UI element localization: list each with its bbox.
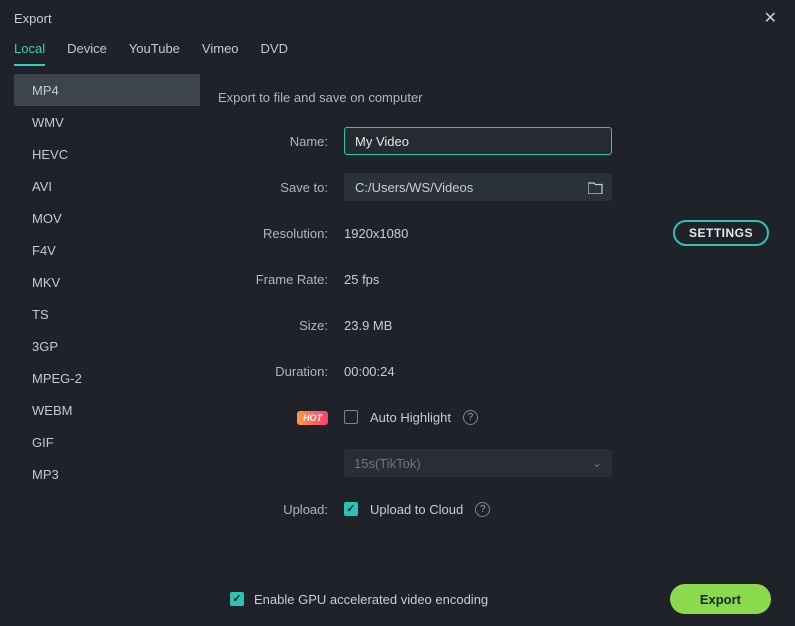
size-label: Size: [218, 318, 328, 333]
help-icon[interactable]: ? [463, 410, 478, 425]
saveto-label: Save to: [218, 180, 328, 195]
tab-local[interactable]: Local [14, 41, 45, 66]
format-wmv[interactable]: WMV [14, 106, 200, 138]
export-button[interactable]: Export [670, 584, 771, 614]
close-icon[interactable]: ✕ [760, 4, 781, 32]
format-mpeg2[interactable]: MPEG-2 [14, 362, 200, 394]
saveto-value: C:/Users/WS/Videos [355, 180, 473, 195]
duration-value: 00:00:24 [344, 364, 395, 379]
format-webm[interactable]: WEBM [14, 394, 200, 426]
resolution-value: 1920x1080 [344, 226, 408, 241]
folder-icon[interactable] [588, 181, 603, 194]
chevron-down-icon: ⌄ [592, 456, 602, 470]
auto-highlight-dropdown: 15s(TikTok) ⌄ [344, 449, 612, 477]
tabs: Local Device YouTube Vimeo DVD [0, 36, 795, 66]
settings-button[interactable]: SETTINGS [673, 220, 769, 246]
format-mov[interactable]: MOV [14, 202, 200, 234]
format-mkv[interactable]: MKV [14, 266, 200, 298]
titlebar: Export ✕ [0, 0, 795, 36]
window-title: Export [14, 11, 52, 26]
size-value: 23.9 MB [344, 318, 392, 333]
format-3gp[interactable]: 3GP [14, 330, 200, 362]
saveto-path[interactable]: C:/Users/WS/Videos [344, 173, 612, 201]
name-input[interactable] [344, 127, 612, 155]
name-label: Name: [218, 134, 328, 149]
format-gif[interactable]: GIF [14, 426, 200, 458]
tab-vimeo[interactable]: Vimeo [202, 41, 239, 66]
help-icon-upload[interactable]: ? [475, 502, 490, 517]
auto-highlight-label: Auto Highlight [370, 410, 451, 425]
hot-badge: HOT [297, 411, 328, 425]
upload-cloud-checkbox[interactable]: ✓ [344, 502, 358, 516]
format-ts[interactable]: TS [14, 298, 200, 330]
resolution-label: Resolution: [218, 226, 328, 241]
duration-label: Duration: [218, 364, 328, 379]
format-mp3[interactable]: MP3 [14, 458, 200, 490]
upload-label: Upload: [218, 502, 328, 517]
format-f4v[interactable]: F4V [14, 234, 200, 266]
framerate-value: 25 fps [344, 272, 379, 287]
format-hevc[interactable]: HEVC [14, 138, 200, 170]
gpu-checkbox[interactable]: ✓ [230, 592, 244, 606]
upload-cloud-label: Upload to Cloud [370, 502, 463, 517]
format-mp4[interactable]: MP4 [14, 74, 200, 106]
main-panel: Export to file and save on computer Name… [218, 74, 781, 572]
gpu-label: Enable GPU accelerated video encoding [254, 592, 488, 607]
format-sidebar: MP4 WMV HEVC AVI MOV F4V MKV TS 3GP MPEG… [14, 74, 200, 572]
tab-youtube[interactable]: YouTube [129, 41, 180, 66]
framerate-label: Frame Rate: [218, 272, 328, 287]
auto-highlight-option: 15s(TikTok) [354, 456, 421, 471]
auto-highlight-checkbox[interactable] [344, 410, 358, 424]
tab-dvd[interactable]: DVD [261, 41, 288, 66]
format-avi[interactable]: AVI [14, 170, 200, 202]
footer: ✓ Enable GPU accelerated video encoding … [0, 572, 795, 626]
tab-device[interactable]: Device [67, 41, 107, 66]
export-subtitle: Export to file and save on computer [218, 90, 769, 105]
